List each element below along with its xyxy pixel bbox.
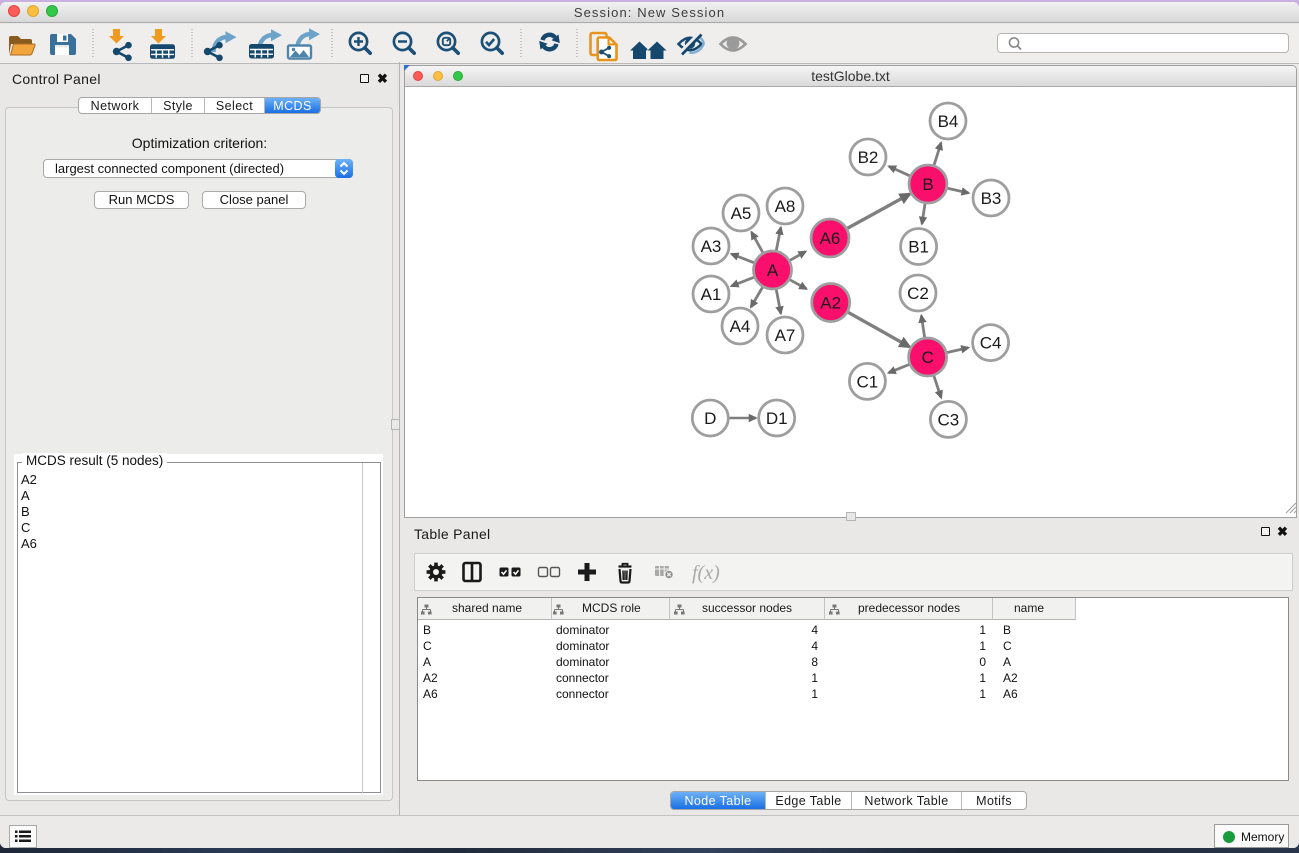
svg-text:A7: A7 [775, 326, 796, 345]
svg-text:C3: C3 [938, 410, 960, 429]
svg-text:A8: A8 [775, 197, 796, 216]
svg-text:A6: A6 [820, 229, 841, 248]
svg-text:B3: B3 [981, 189, 1002, 208]
svg-text:B1: B1 [908, 238, 929, 257]
svg-text:C4: C4 [980, 334, 1002, 353]
svg-text:A: A [767, 261, 779, 280]
svg-text:D1: D1 [766, 409, 788, 428]
svg-text:B: B [922, 175, 933, 194]
svg-text:A1: A1 [701, 285, 722, 304]
svg-text:A2: A2 [820, 294, 841, 313]
svg-text:D: D [704, 409, 716, 428]
svg-text:A3: A3 [701, 237, 722, 256]
svg-text:B2: B2 [858, 148, 879, 167]
svg-text:f(x): f(x) [692, 562, 720, 584]
svg-text:A5: A5 [731, 204, 752, 223]
svg-text:A4: A4 [730, 317, 751, 336]
svg-text:B4: B4 [938, 112, 959, 131]
svg-text:C: C [921, 348, 933, 367]
svg-text:C1: C1 [857, 372, 879, 391]
svg-text:C2: C2 [907, 284, 929, 303]
